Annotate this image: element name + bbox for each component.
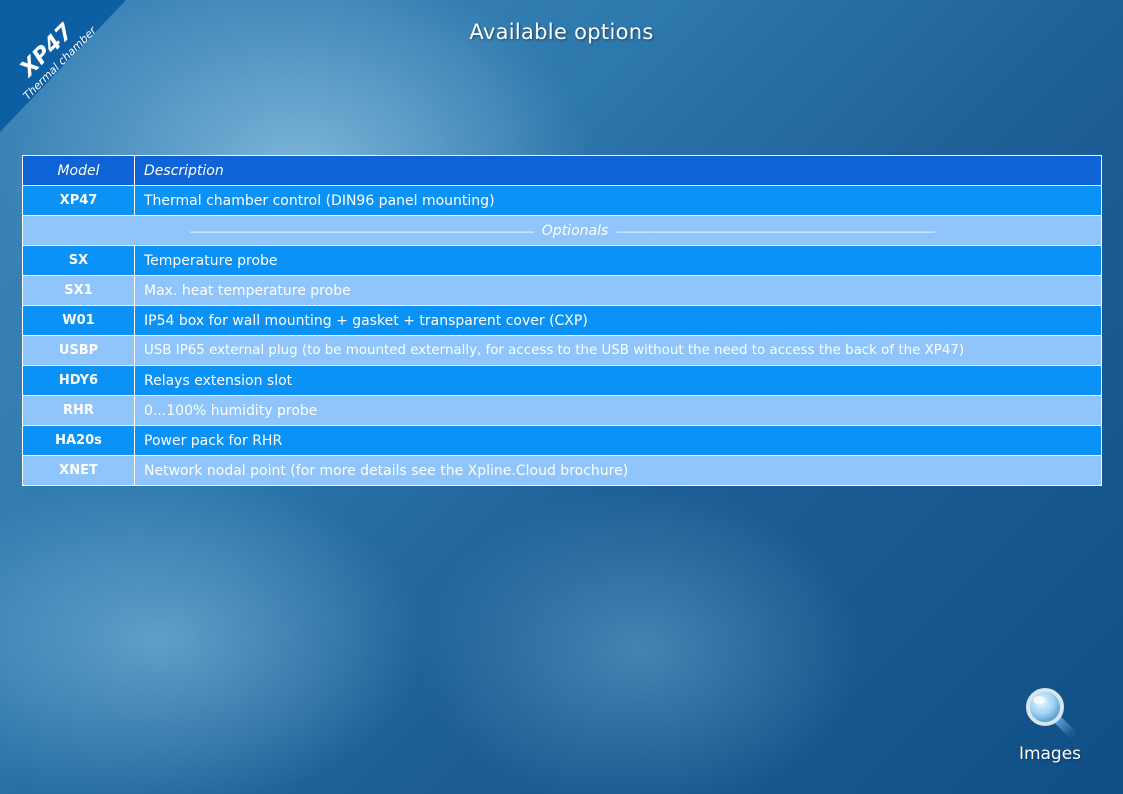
- images-label: Images: [1018, 744, 1082, 764]
- optionals-separator: ----------------------------------------…: [22, 215, 1102, 246]
- row-description: Max. heat temperature probe: [134, 275, 1102, 306]
- table-row: SX Temperature probe: [22, 245, 1102, 276]
- optionals-separator-row: ----------------------------------------…: [22, 215, 1102, 246]
- images-button[interactable]: Images: [1010, 686, 1090, 764]
- page-title: Available options: [469, 20, 654, 44]
- table-row: HA20s Power pack for RHR: [22, 425, 1102, 456]
- table-row: USBP USB IP65 external plug (to be mount…: [22, 335, 1102, 366]
- row-model: XP47: [22, 185, 135, 216]
- row-model: W01: [22, 305, 135, 336]
- options-table: Model Description XP47 Thermal chamber c…: [22, 155, 1102, 486]
- table-row: XNET Network nodal point (for more detai…: [22, 455, 1102, 486]
- row-model: SX: [22, 245, 135, 276]
- row-description: Temperature probe: [134, 245, 1102, 276]
- table-row: W01 IP54 box for wall mounting + gasket …: [22, 305, 1102, 336]
- optionals-label: Optionals: [541, 222, 609, 239]
- header-model: Model: [22, 155, 135, 186]
- separator-dashes-left: ----------------------------------------…: [189, 226, 534, 238]
- row-description: Thermal chamber control (DIN96 panel mou…: [134, 185, 1102, 216]
- row-model: RHR: [22, 395, 135, 426]
- row-description: IP54 box for wall mounting + gasket + tr…: [134, 305, 1102, 336]
- row-description: Network nodal point (for more details se…: [134, 455, 1102, 486]
- row-model: SX1: [22, 275, 135, 306]
- header-description: Description: [134, 155, 1102, 186]
- magnifier-icon: [1026, 688, 1076, 738]
- row-model: HA20s: [22, 425, 135, 456]
- row-description: 0...100% humidity probe: [134, 395, 1102, 426]
- table-header-row: Model Description: [22, 155, 1102, 186]
- table-row: SX1 Max. heat temperature probe: [22, 275, 1102, 306]
- row-description: Relays extension slot: [134, 365, 1102, 396]
- row-description: Power pack for RHR: [134, 425, 1102, 456]
- table-row: HDY6 Relays extension slot: [22, 365, 1102, 396]
- row-model: XNET: [22, 455, 135, 486]
- separator-dashes-right: ----------------------------------------…: [616, 226, 935, 238]
- options-table-container: Model Description XP47 Thermal chamber c…: [22, 155, 1102, 486]
- table-row-main: XP47 Thermal chamber control (DIN96 pane…: [22, 185, 1102, 216]
- table-row: RHR 0...100% humidity probe: [22, 395, 1102, 426]
- row-description: USB IP65 external plug (to be mounted ex…: [134, 335, 1102, 366]
- row-model: HDY6: [22, 365, 135, 396]
- row-model: USBP: [22, 335, 135, 366]
